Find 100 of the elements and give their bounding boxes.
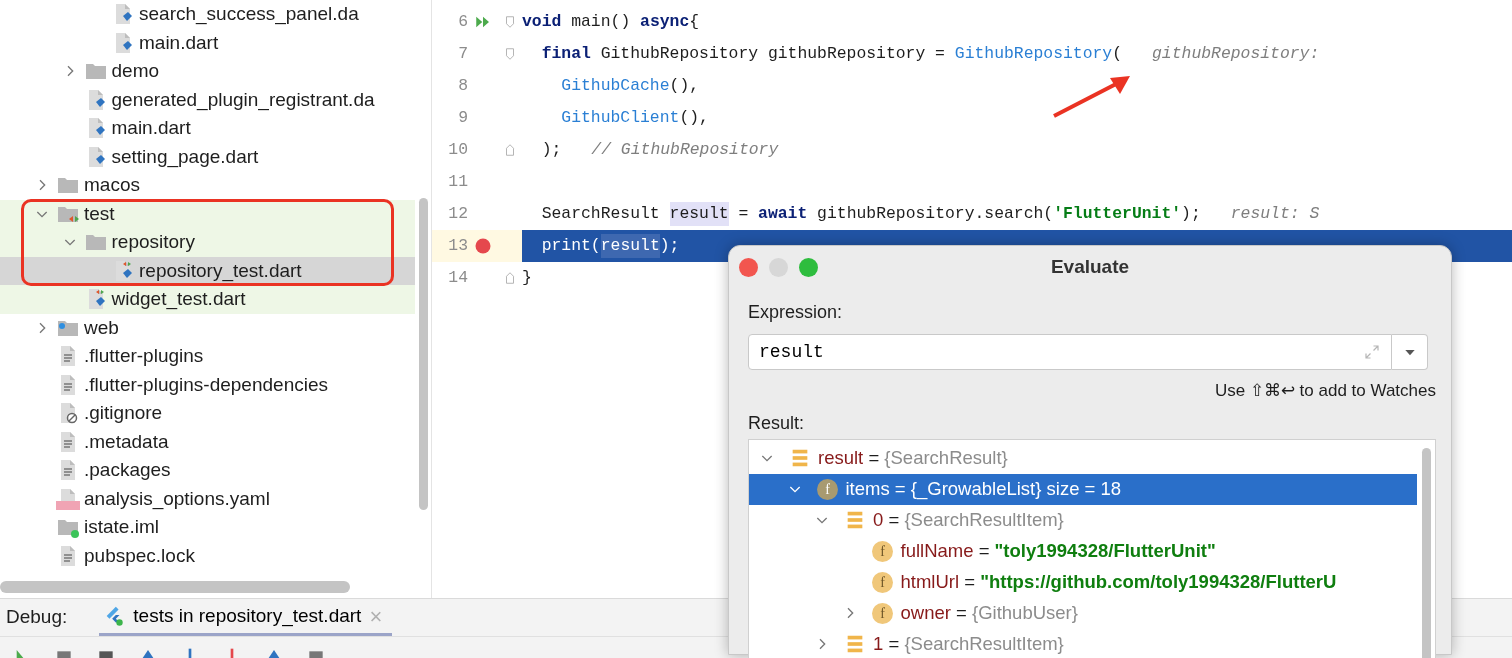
- file-name: main.dart: [111, 116, 191, 140]
- result-node[interactable]: f fullName = "toly1994328/FlutterUnit": [749, 535, 1417, 567]
- code-text: =: [737, 202, 750, 225]
- tree-item[interactable]: generated_plugin_registrant.da: [0, 85, 415, 114]
- tree-item[interactable]: main.dart: [0, 28, 415, 57]
- line-number: 8: [457, 74, 468, 97]
- file-name: widget_test.dart: [111, 287, 246, 312]
- code-text: (),: [679, 106, 709, 129]
- field-label: Expression:: [748, 301, 844, 324]
- tree-item[interactable]: istate.iml: [0, 513, 415, 542]
- tree-item[interactable]: search_success_panel.da: [0, 0, 415, 29]
- file-name: demo: [111, 59, 160, 83]
- file-name: .packages: [84, 458, 171, 482]
- fold-marker-icon[interactable]: [503, 15, 517, 29]
- code-text: githubRepository.search(: [816, 202, 1054, 225]
- code-identifier: result: [600, 233, 660, 259]
- file-name: macos: [84, 173, 140, 197]
- window-control-button[interactable]: [739, 258, 758, 277]
- fold-marker-icon[interactable]: [503, 271, 517, 285]
- tree-item[interactable]: .packages: [0, 456, 415, 485]
- line-number: 7: [457, 42, 468, 65]
- code-keyword: final: [540, 42, 591, 65]
- scrollbar-thumb[interactable]: [0, 581, 350, 593]
- line-number: 10: [447, 138, 468, 161]
- file-name: main.dart: [139, 30, 219, 55]
- file-name: .gitignore: [84, 401, 163, 425]
- field-icon: f: [872, 540, 893, 562]
- line-number: 12: [447, 202, 468, 225]
- inlay-hint: // GithubRepository: [591, 138, 779, 161]
- tree-item[interactable]: setting_page.dart: [0, 142, 415, 171]
- file-name: search_success_panel.da: [139, 2, 359, 27]
- result-entry: fullName = "toly1994328/FlutterUnit": [900, 539, 1216, 564]
- file-name: setting_page.dart: [111, 144, 259, 170]
- fold-marker-icon[interactable]: [503, 47, 517, 61]
- expression-input[interactable]: result: [759, 338, 1363, 366]
- tree-item[interactable]: web: [0, 313, 415, 342]
- tree-item[interactable]: .flutter-plugins: [0, 342, 415, 371]
- code-keyword: await: [758, 202, 808, 225]
- result-node[interactable]: 0 = {SearchResultItem}: [749, 504, 1417, 536]
- tree-item[interactable]: .metadata: [0, 427, 415, 456]
- result-node[interactable]: f owner = {GithubUser}: [749, 597, 1417, 629]
- result-entry: result = {SearchResult}: [818, 446, 1008, 471]
- shortcut-hint: Use ⇧⌘↩ to add to Watches: [1213, 380, 1436, 402]
- code-text: }: [522, 266, 532, 289]
- result-node[interactable]: result = {SearchResult}: [749, 442, 1417, 474]
- scrollbar-thumb[interactable]: [418, 198, 428, 510]
- code-string: 'FlutterUnit': [1053, 202, 1182, 225]
- result-entry: htmlUrl = "https://github.com/toly1994328/FlutterU: [900, 570, 1337, 595]
- line-number: 14: [447, 266, 468, 289]
- field-icon: f: [817, 478, 838, 500]
- file-name: .metadata: [84, 429, 169, 454]
- file-name: analysis_options.yaml: [84, 486, 270, 512]
- code-text: );: [540, 138, 562, 161]
- tree-item[interactable]: analysis_options.yaml: [0, 484, 415, 513]
- code-text: main(): [570, 10, 632, 33]
- tree-item[interactable]: repository: [0, 228, 415, 257]
- result-node[interactable]: 1 = {SearchResultItem}: [749, 628, 1417, 658]
- code-constructor: GithubCache: [560, 74, 670, 97]
- tab-label: tests in repository_test.dart: [133, 603, 362, 629]
- debug-label: Debug:: [5, 605, 69, 630]
- line-number: 9: [457, 106, 468, 129]
- result-node[interactable]: f htmlUrl = "https://github.com/toly1994328/FlutterU: [749, 566, 1417, 598]
- scrollbar-thumb[interactable]: [1421, 447, 1431, 658]
- window-control-button[interactable]: [799, 258, 818, 277]
- fold-marker-icon[interactable]: [503, 143, 517, 157]
- file-name: pubspec.lock: [84, 543, 195, 568]
- code-text: GithubRepository githubRepository =: [599, 42, 946, 65]
- yaml-file-icon: [56, 486, 80, 511]
- file-name: repository_test.dart: [139, 258, 302, 284]
- code-constructor: GithubRepository: [954, 42, 1113, 65]
- tree-item[interactable]: macos: [0, 171, 415, 200]
- tree-item[interactable]: main.dart: [0, 114, 415, 143]
- field-label: Result:: [748, 411, 806, 435]
- expand-icon[interactable]: [1363, 343, 1381, 361]
- dialog-title: Evaluate: [1050, 255, 1130, 280]
- file-name: repository: [111, 230, 195, 254]
- code-text: SearchResult: [540, 202, 661, 225]
- tree-item[interactable]: demo: [0, 57, 415, 86]
- tree-item[interactable]: pubspec.lock: [0, 541, 415, 570]
- line-number: 11: [447, 170, 468, 193]
- code-identifier: result: [669, 201, 729, 227]
- tree-item[interactable]: widget_test.dart: [0, 285, 415, 314]
- file-name: .flutter-plugins: [84, 344, 204, 368]
- expression-field[interactable]: result: [748, 334, 1392, 370]
- code-text: );: [659, 234, 680, 257]
- code-text: );: [1181, 202, 1201, 225]
- line-number: 13: [447, 234, 468, 257]
- code-text: (: [1112, 42, 1123, 65]
- result-entry: 1 = {SearchResultItem}: [873, 632, 1064, 657]
- tree-item[interactable]: .flutter-plugins-dependencies: [0, 370, 415, 399]
- inlay-hint: githubRepository:: [1152, 42, 1320, 65]
- code-text: print(: [540, 234, 601, 257]
- code-keyword: void: [522, 10, 562, 33]
- tree-item[interactable]: .gitignore: [0, 399, 415, 428]
- breakpoint-icon[interactable]: [474, 237, 492, 255]
- field-icon: f: [872, 571, 893, 593]
- line-number: 6: [457, 10, 468, 33]
- result-node[interactable]: f items = {_GrowableList} size = 18: [749, 473, 1417, 505]
- inlay-hint: result: S: [1230, 202, 1320, 225]
- file-name: web: [84, 315, 119, 340]
